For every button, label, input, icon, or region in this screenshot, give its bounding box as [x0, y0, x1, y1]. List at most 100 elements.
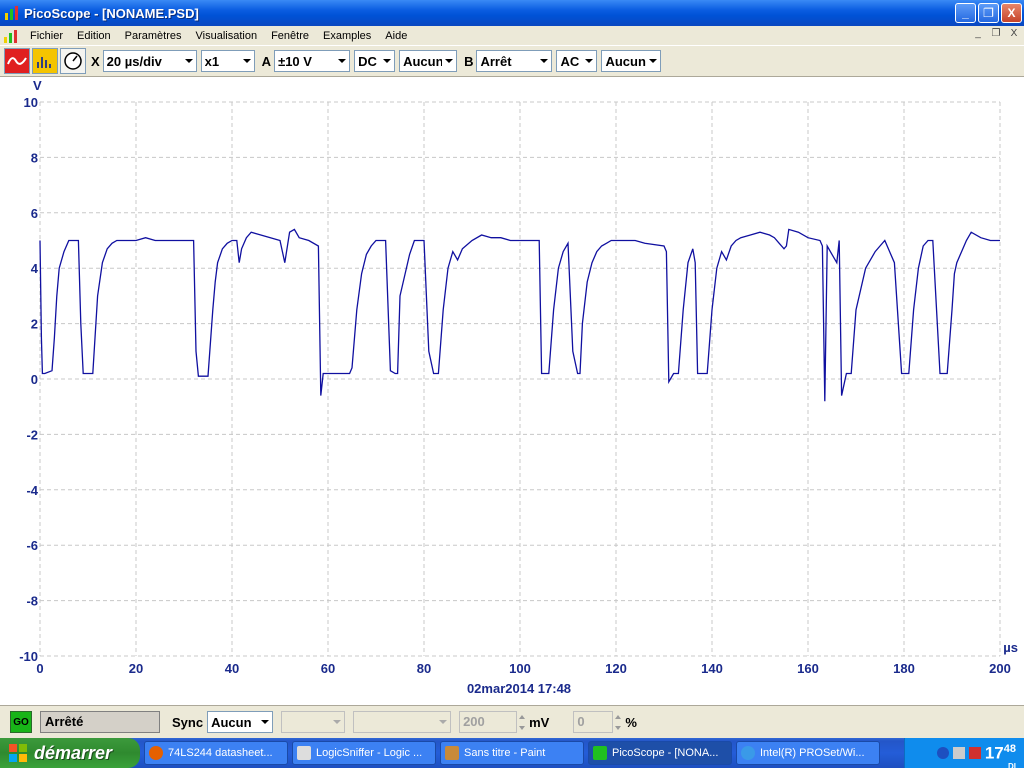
channel-a-coupling-select[interactable]: DC — [354, 50, 396, 72]
y-tick-label: 10 — [24, 95, 38, 110]
trigger-level-value[interactable]: 200 — [459, 711, 518, 733]
x-tick-label: 180 — [893, 661, 915, 676]
channel-a-range-value: ±10 V — [278, 53, 312, 69]
meter-mode-button[interactable] — [60, 48, 86, 74]
maximize-button[interactable]: ❐ — [978, 3, 999, 23]
document-icon[interactable] — [3, 28, 19, 44]
gauge-icon — [64, 52, 82, 70]
doc-restore-button[interactable]: ❐ — [988, 27, 1004, 41]
firefox-icon — [149, 746, 163, 760]
volume-icon[interactable] — [952, 747, 965, 759]
y-axis-label: V — [33, 78, 42, 93]
task-intel-proset[interactable]: Intel(R) PROSet/Wi... — [736, 741, 880, 765]
trigger-channel-select[interactable] — [281, 711, 346, 733]
x-tick-label: 80 — [417, 661, 431, 676]
spin-up-icon[interactable] — [517, 711, 527, 722]
trigger-bar: GO Arrêté Sync Aucun 200 mV 0 % — [0, 705, 1024, 738]
waveform-icon — [7, 57, 27, 65]
y-tick-label: 8 — [31, 150, 38, 165]
channel-b-range-select[interactable]: Arrêt — [476, 50, 553, 72]
paint-icon — [445, 746, 459, 760]
channel-a-option-value: Aucun — [403, 53, 443, 69]
x-tick-label: 20 — [129, 661, 143, 676]
percent-label: % — [625, 714, 637, 730]
sync-select[interactable]: Aucun — [207, 711, 274, 733]
task-label: LogicSniffer - Logic ... — [316, 747, 423, 759]
network-icon[interactable] — [968, 747, 981, 759]
x-tick-label: 160 — [797, 661, 819, 676]
channel-a-option-select[interactable]: Aucun — [399, 50, 458, 72]
y-tick-label: 6 — [31, 206, 38, 221]
channel-b-option-value: Aucun — [605, 53, 646, 69]
sync-label: Sync — [172, 714, 204, 730]
channel-a-coupling-value: DC — [358, 53, 377, 69]
run-status: Arrêté — [40, 711, 160, 733]
chevron-down-icon — [182, 51, 196, 71]
scope-mode-button[interactable] — [4, 48, 30, 74]
timebase-select[interactable]: 20 µs/div — [102, 50, 197, 72]
toolbar: X 20 µs/div x1 A ±10 V DC Aucun B Arrêt … — [0, 45, 1024, 77]
level-unit-label: mV — [529, 714, 550, 730]
channel-b-coupling-value: AC — [560, 53, 580, 69]
close-button[interactable]: X — [1001, 3, 1022, 23]
start-button[interactable]: démarrer — [0, 738, 140, 768]
picoscope-window: PicoScope - [NONAME.PSD] _ ❐ X Fichier E… — [0, 0, 1024, 768]
trigger-edge-select[interactable] — [353, 711, 452, 733]
trigger-level-spinner[interactable]: 200 — [459, 711, 527, 733]
task-picoscope[interactable]: PicoScope - [NONA... — [588, 741, 732, 765]
menu-visualisation[interactable]: Visualisation — [189, 30, 265, 42]
clock[interactable]: 1748 DI — [985, 743, 1016, 768]
channel-b-option-select[interactable]: Aucun — [601, 50, 662, 72]
channel-b-label: B — [464, 53, 474, 69]
task-logicsniffer[interactable]: LogicSniffer - Logic ... — [292, 741, 436, 765]
channel-a-range-select[interactable]: ±10 V — [274, 50, 351, 72]
picoscope-icon — [593, 746, 607, 760]
menu-edition[interactable]: Edition — [70, 30, 118, 42]
spin-up-icon[interactable] — [613, 711, 623, 722]
chevron-down-icon — [646, 51, 660, 71]
pretrigger-spinner[interactable]: 0 — [573, 711, 623, 733]
channel-a-label: A — [261, 53, 272, 69]
scope-display[interactable]: 10 8 6 4 2 0 -2 -4 -6 -8 -10 0 20 40 60 80 100 120 140 160 1… — [0, 78, 1024, 705]
minimize-button[interactable]: _ — [955, 3, 976, 23]
chevron-down-icon — [380, 51, 394, 71]
x-axis-label: µs — [1003, 640, 1018, 655]
task-label: Sans titre - Paint — [464, 747, 546, 759]
menu-parametres[interactable]: Paramètres — [118, 30, 189, 42]
spin-down-icon[interactable] — [613, 722, 623, 733]
logicsniffer-icon — [297, 746, 311, 760]
chevron-left-icon[interactable] — [936, 747, 949, 759]
chevron-down-icon — [335, 51, 349, 71]
menu-fichier[interactable]: Fichier — [23, 30, 70, 42]
chevron-down-icon — [330, 712, 344, 732]
start-label: démarrer — [34, 742, 113, 763]
pretrigger-value[interactable]: 0 — [573, 711, 614, 733]
menu-aide[interactable]: Aide — [378, 30, 414, 42]
task-firefox[interactable]: 74LS244 datasheet... — [144, 741, 288, 765]
y-tick-label: -6 — [26, 538, 38, 553]
y-tick-label: -10 — [19, 649, 38, 664]
doc-minimize-button[interactable]: _ — [970, 27, 986, 41]
channel-b-range-value: Arrêt — [480, 53, 512, 69]
chevron-down-icon — [582, 51, 596, 71]
y-tick-label: 2 — [31, 317, 38, 332]
menu-fenetre[interactable]: Fenêtre — [264, 30, 316, 42]
task-label: 74LS244 datasheet... — [168, 747, 273, 759]
x-tick-label: 200 — [989, 661, 1011, 676]
system-tray: 1748 DI — [904, 738, 1024, 768]
timestamp-label: 02mar2014 17:48 — [467, 681, 571, 696]
title-bar: PicoScope - [NONAME.PSD] _ ❐ X — [0, 0, 1024, 26]
channel-b-coupling-select[interactable]: AC — [556, 50, 598, 72]
go-button[interactable]: GO — [10, 711, 32, 733]
spin-down-icon[interactable] — [517, 722, 527, 733]
window-title: PicoScope - [NONAME.PSD] — [24, 5, 199, 21]
zoom-select[interactable]: x1 — [200, 50, 255, 72]
doc-close-button[interactable]: X — [1006, 27, 1022, 41]
chevron-down-icon — [442, 51, 456, 71]
bar-chart-icon — [37, 57, 51, 68]
menu-examples[interactable]: Examples — [316, 30, 378, 42]
task-paint[interactable]: Sans titre - Paint — [440, 741, 584, 765]
spectrum-mode-button[interactable] — [32, 48, 58, 74]
oscilloscope-chart[interactable]: 1086420-2-4-6-8-100 20 40 60 80 100 120 140 160 1… — [0, 78, 1024, 705]
zoom-value: x1 — [204, 53, 220, 69]
